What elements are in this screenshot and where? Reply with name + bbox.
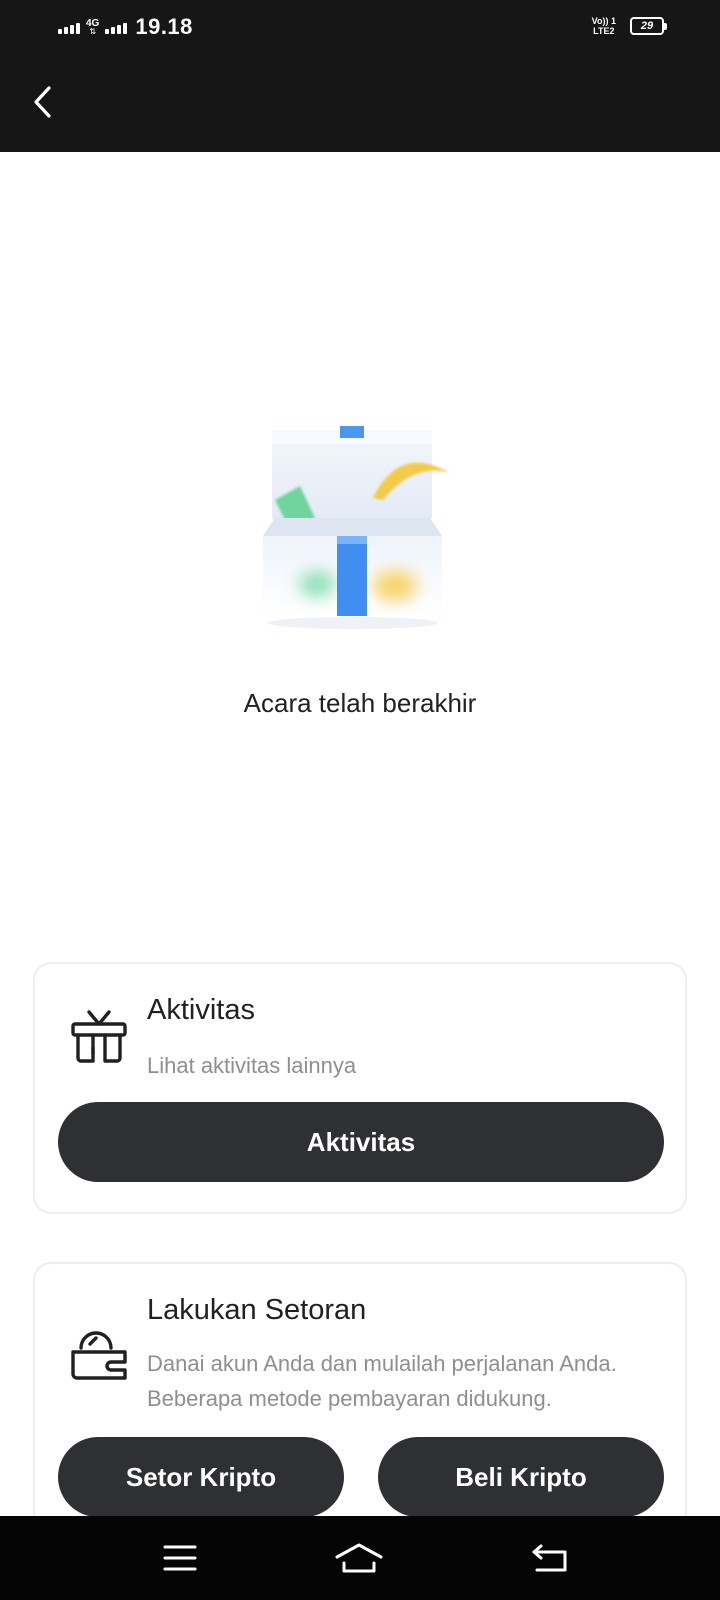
back-button[interactable] [22,80,62,124]
deposit-subtitle-line2: Beberapa metode pembayaran didukung. [147,1386,552,1411]
event-ended-message: Acara telah berakhir [243,688,477,718]
menu-button[interactable] [155,1536,205,1580]
home-icon [335,1543,383,1573]
battery-icon: 29 [630,17,667,35]
deposit-crypto-button[interactable]: Setor Kripto [58,1437,344,1517]
home-button[interactable] [334,1536,384,1580]
volte-line2: LTE2 [593,26,615,36]
signal-2-icon [105,20,128,34]
data-arrows-icon: ⇅ [89,26,97,36]
battery-level: 29 [640,20,654,32]
activity-subtitle: Lihat aktivitas lainnya [147,1053,357,1078]
activity-button[interactable]: Aktivitas [58,1102,664,1182]
deposit-title: Lakukan Setoran [147,1294,367,1326]
status-left: 4G ⇅ 19.18 [58,14,193,40]
status-right: Vo)) 1 LTE2 29 [592,16,667,36]
chevron-left-icon [34,86,51,118]
app-header [0,56,720,152]
activity-card: Aktivitas Lihat aktivitas lainnya Aktivi… [33,962,687,1214]
volte-indicator: Vo)) 1 LTE2 [592,16,616,36]
signal-icon [58,20,80,34]
system-nav-bar [0,1516,720,1600]
deposit-subtitle-line1: Danai akun Anda dan mulailah perjalanan … [147,1351,617,1376]
activity-title: Aktivitas [147,994,255,1026]
wallet-clock-icon [67,1320,131,1384]
back-icon [532,1544,567,1572]
clock: 19.18 [135,14,193,39]
volte-line1: Vo)) 1 [591,16,616,26]
status-bar: 4G ⇅ 19.18 Vo)) 1 LTE2 29 [0,0,720,56]
buy-crypto-button[interactable]: Beli Kripto [378,1437,664,1517]
system-back-button[interactable] [525,1536,575,1580]
menu-icon [163,1545,197,1571]
gift-box-illustration [255,418,465,638]
gift-icon [67,1004,131,1068]
network-indicator: 4G ⇅ [86,18,99,36]
